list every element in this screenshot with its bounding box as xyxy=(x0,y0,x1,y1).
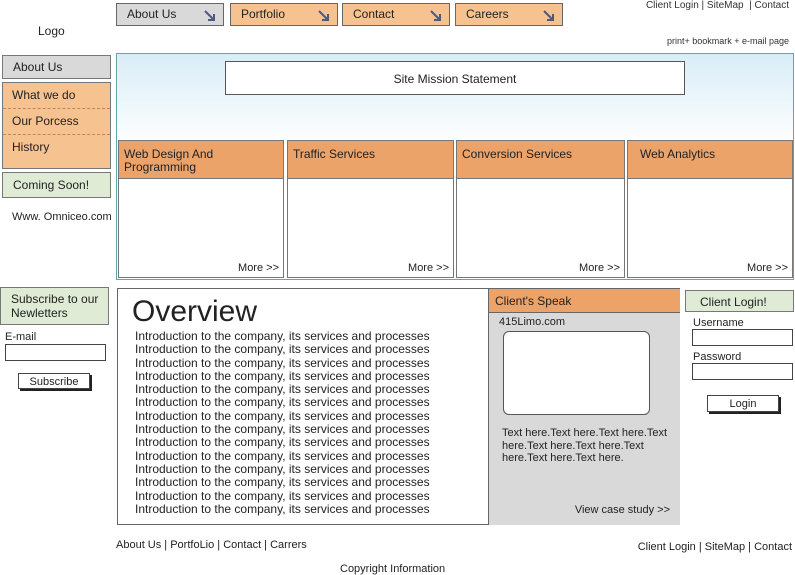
password-label: Password xyxy=(693,351,742,363)
overview-line: Introduction to the company, its service… xyxy=(135,501,430,516)
nav-label: Portfolio xyxy=(241,7,286,21)
print-bookmark-email-links[interactable]: print+ bookmark + e-mail page xyxy=(667,36,789,46)
top-links[interactable]: Client Login | SiteMap | Contact xyxy=(646,0,789,11)
arrow-down-right-icon xyxy=(204,10,215,21)
hero-banner: Site Mission Statement Web Design And Pr… xyxy=(116,53,794,280)
overview-line: Introduction to the company, its service… xyxy=(135,329,430,343)
service-card-web-design: Web Design And Programming More >> xyxy=(118,140,284,278)
service-title: Traffic Services xyxy=(288,141,453,179)
sidebar-menu: What we do Our Porcess History xyxy=(2,82,111,169)
sidebar-about-us[interactable]: About Us xyxy=(2,55,111,79)
logo[interactable]: Logo xyxy=(38,24,65,38)
overview-line: Introduction to the company, its service… xyxy=(135,368,430,383)
overview-line: Introduction to the company, its service… xyxy=(135,355,430,370)
overview-line: Introduction to the company, its service… xyxy=(135,488,430,503)
more-link[interactable]: More >> xyxy=(579,262,620,274)
overview-text: Introduction to the company, its service… xyxy=(135,329,430,516)
email-label: E-mail xyxy=(5,331,37,343)
service-title: Web Analytics xyxy=(628,141,792,179)
subscribe-button[interactable]: Subscribe xyxy=(18,373,90,389)
nav-careers-button[interactable]: Careers xyxy=(455,3,563,26)
client-site-name: 415Limo.com xyxy=(499,316,566,328)
site-mission-statement: Site Mission Statement xyxy=(225,61,685,95)
service-card-traffic: Traffic Services More >> xyxy=(287,140,454,278)
overview-title: Overview xyxy=(132,295,258,328)
footer-client-links[interactable]: Client Login | SiteMap | Contact xyxy=(638,541,792,553)
overview-line: Introduction to the company, its service… xyxy=(135,342,430,357)
arrow-down-right-icon xyxy=(543,10,554,21)
nav-portfolio-button[interactable]: Portfolio xyxy=(230,3,338,26)
clients-speak-panel: Client's Speak 415Limo.com Text here.Tex… xyxy=(488,289,680,525)
arrow-down-right-icon xyxy=(430,10,441,21)
nav-label: Careers xyxy=(466,7,509,21)
service-title: Conversion Services xyxy=(457,141,624,179)
overview-line: Introduction to the company, its service… xyxy=(135,475,430,490)
testimonial-media[interactable] xyxy=(503,331,650,415)
login-button[interactable]: Login xyxy=(707,395,779,412)
overview-line: Introduction to the company, its service… xyxy=(135,435,430,450)
copyright: Copyright Information xyxy=(340,563,446,575)
subscribe-box: Subscribe to our Newletters xyxy=(0,287,109,325)
footer-links[interactable]: About Us | PortfoLio | Contact | Carrers xyxy=(116,539,307,551)
email-field[interactable] xyxy=(5,344,106,361)
coming-soon-box[interactable]: Coming Soon! xyxy=(2,172,111,198)
overview-line: Introduction to the company, its service… xyxy=(135,461,430,476)
overview-section: Overview Introduction to the company, it… xyxy=(117,288,680,525)
overview-line: Introduction to the company, its service… xyxy=(135,395,430,410)
nav-label: Contact xyxy=(353,7,395,21)
sidebar-item-history[interactable]: History xyxy=(3,135,110,161)
clients-speak-title: Client's Speak xyxy=(489,289,680,313)
client-login-box: Client Login! xyxy=(685,290,794,312)
website-url: Www. Omniceo.com xyxy=(12,211,112,223)
nav-contact-button[interactable]: Contact xyxy=(342,3,450,26)
service-card-web-analytics: Web Analytics More >> xyxy=(627,140,793,278)
more-link[interactable]: More >> xyxy=(408,262,449,274)
nav-label: About Us xyxy=(127,7,177,21)
more-link[interactable]: More >> xyxy=(238,262,279,274)
service-card-conversion: Conversion Services More >> xyxy=(456,140,625,278)
overview-line: Introduction to the company, its service… xyxy=(135,422,430,437)
arrow-down-right-icon xyxy=(318,10,329,21)
testimonial-text: Text here.Text here.Text here.Text here.… xyxy=(502,427,668,464)
password-field[interactable] xyxy=(692,363,793,380)
overview-line: Introduction to the company, its service… xyxy=(135,382,430,397)
view-case-study-link[interactable]: View case study >> xyxy=(575,504,670,516)
more-link[interactable]: More >> xyxy=(747,262,788,274)
sidebar-item-what-we-do[interactable]: What we do xyxy=(3,83,110,109)
username-field[interactable] xyxy=(692,329,793,346)
overview-line: Introduction to the company, its service… xyxy=(135,448,430,463)
sidebar-item-our-process[interactable]: Our Porcess xyxy=(3,109,110,135)
username-label: Username xyxy=(693,317,744,329)
service-title: Web Design And Programming xyxy=(119,141,283,179)
overview-line: Introduction to the company, its service… xyxy=(135,408,430,423)
nav-about-us-button[interactable]: About Us xyxy=(116,3,224,26)
